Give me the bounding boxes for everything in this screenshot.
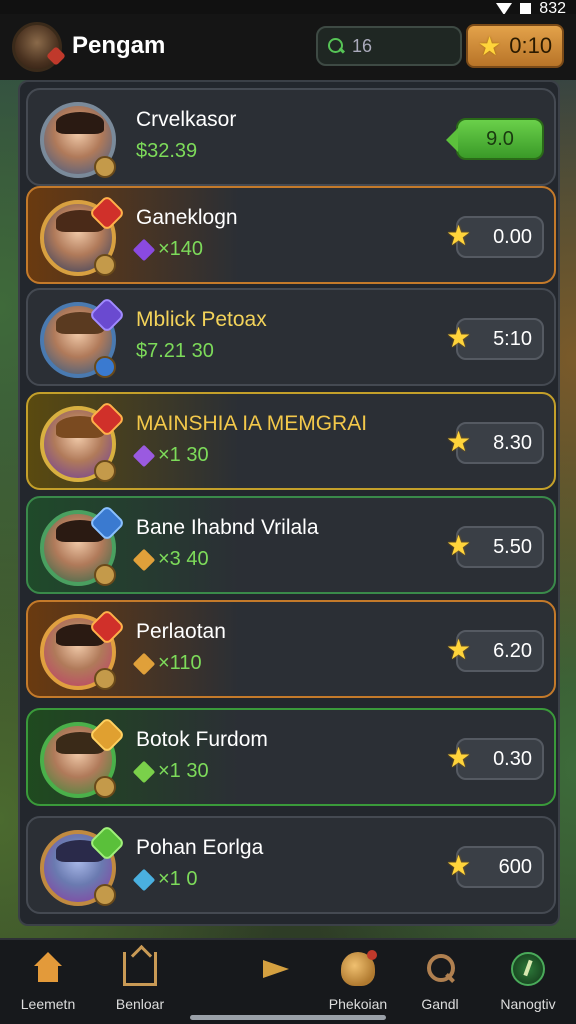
level-badge <box>94 776 116 798</box>
level-badge <box>94 668 116 690</box>
app-avatar[interactable] <box>12 22 62 72</box>
search-input[interactable]: 16 <box>316 26 462 66</box>
price-button[interactable]: ★ 5.50 <box>446 526 544 568</box>
level-badge <box>94 884 116 906</box>
green-gem-icon <box>132 760 156 783</box>
player-value: $32.39 <box>136 140 198 162</box>
star-icon: ★ <box>446 426 472 457</box>
player-name: Bane Ihabnd Vrilala <box>136 516 319 539</box>
nav-item-build[interactable]: Benloar <box>92 952 188 1012</box>
list-item[interactable]: Mblick Petoax $7.21 30 ★ 5:10 <box>26 288 556 386</box>
list-item[interactable]: Pohan Eorlga ×1 0 ★ 600 <box>26 816 556 914</box>
list-item[interactable]: Ganeklogn ×140 ★ 0.00 <box>26 186 556 284</box>
gold-gem-icon <box>132 548 156 571</box>
star-icon: ★ <box>446 850 472 881</box>
star-icon: ★ <box>446 322 472 353</box>
home-indicator[interactable] <box>190 1015 386 1020</box>
player-avatar <box>40 296 126 378</box>
purple-gem-icon <box>132 238 156 261</box>
player-name: Perlaotan <box>136 620 226 643</box>
player-avatar <box>40 716 126 798</box>
compass-icon <box>511 952 545 986</box>
price-button[interactable]: ★ 6.20 <box>446 630 544 672</box>
purple-gem-icon <box>132 444 156 467</box>
price-button[interactable]: 9.0 <box>446 118 544 160</box>
player-name: Pohan Eorlga <box>136 836 264 859</box>
price-button[interactable]: ★ 0.00 <box>446 216 544 258</box>
gold-gem-icon <box>132 652 156 675</box>
player-value: ×1 30 <box>132 760 209 783</box>
home-icon <box>31 952 65 986</box>
player-list[interactable]: Crvelkasor $32.39 9.0 Ganeklogn ×140 ★ 0.… <box>18 80 560 926</box>
player-avatar <box>40 102 116 178</box>
level-badge <box>94 564 116 586</box>
level-badge <box>94 254 116 276</box>
list-item[interactable]: Perlaotan ×110 ★ 6.20 <box>26 600 556 698</box>
list-item[interactable]: Crvelkasor $32.39 9.0 <box>26 88 556 186</box>
blue-gem-icon <box>132 868 156 891</box>
star-icon: ★ <box>477 31 502 61</box>
player-name: Mblick Petoax <box>136 308 267 331</box>
list-item[interactable]: MAINSHIA IA MEMGRAI ×1 30 ★ 8.30 <box>26 392 556 490</box>
search-value: 16 <box>352 35 373 56</box>
nav-item-home[interactable]: Leemetn <box>0 952 96 1012</box>
player-avatar <box>40 504 126 586</box>
star-balance-value: 0:10 <box>509 33 553 58</box>
player-avatar <box>40 194 126 276</box>
price-button[interactable]: ★ 600 <box>446 846 544 888</box>
star-balance-button[interactable]: ★ 0:10 <box>466 24 564 68</box>
bag-icon <box>341 950 377 986</box>
plane-icon <box>259 952 293 986</box>
list-item[interactable]: Botok Furdom ×1 30 ★ 0.30 <box>26 708 556 806</box>
player-avatar <box>40 400 126 482</box>
star-icon: ★ <box>446 530 472 561</box>
price-button[interactable]: ★ 0.30 <box>446 738 544 780</box>
player-value: ×1 0 <box>132 868 197 891</box>
star-icon: ★ <box>446 634 472 665</box>
player-name: Ganeklogn <box>136 206 238 229</box>
level-badge <box>94 356 116 378</box>
nav-item-navigate[interactable]: Nanogtiv <box>480 952 576 1012</box>
star-icon: ★ <box>446 220 472 251</box>
player-value: ×3 40 <box>132 548 209 571</box>
player-avatar <box>40 608 126 690</box>
player-name: Crvelkasor <box>136 108 237 131</box>
price-button[interactable]: ★ 8.30 <box>446 422 544 464</box>
player-value: ×110 <box>132 652 202 675</box>
app-title: Pengam <box>72 32 166 59</box>
search-icon <box>328 38 344 54</box>
player-avatar <box>40 824 126 906</box>
list-item[interactable]: Bane Ihabnd Vrilala ×3 40 ★ 5.50 <box>26 496 556 594</box>
star-icon: ★ <box>446 742 472 773</box>
search-icon <box>423 952 457 986</box>
nav-item-search[interactable]: Gandl <box>392 952 488 1012</box>
price-button[interactable]: ★ 5:10 <box>446 318 544 360</box>
player-value: ×1 30 <box>132 444 209 467</box>
header: Pengam 16 ★ 0:10 <box>0 14 576 80</box>
player-name: MAINSHIA IA MEMGRAI <box>136 412 368 435</box>
build-icon <box>123 952 157 986</box>
level-badge <box>94 460 116 482</box>
player-value: $7.21 30 <box>136 340 214 362</box>
player-name: Botok Furdom <box>136 728 268 751</box>
level-badge <box>94 156 116 178</box>
player-value: ×140 <box>132 238 203 261</box>
bottom-nav: Leemetn Benloar Phekoian Gandl Nanogtiv <box>0 938 576 1024</box>
